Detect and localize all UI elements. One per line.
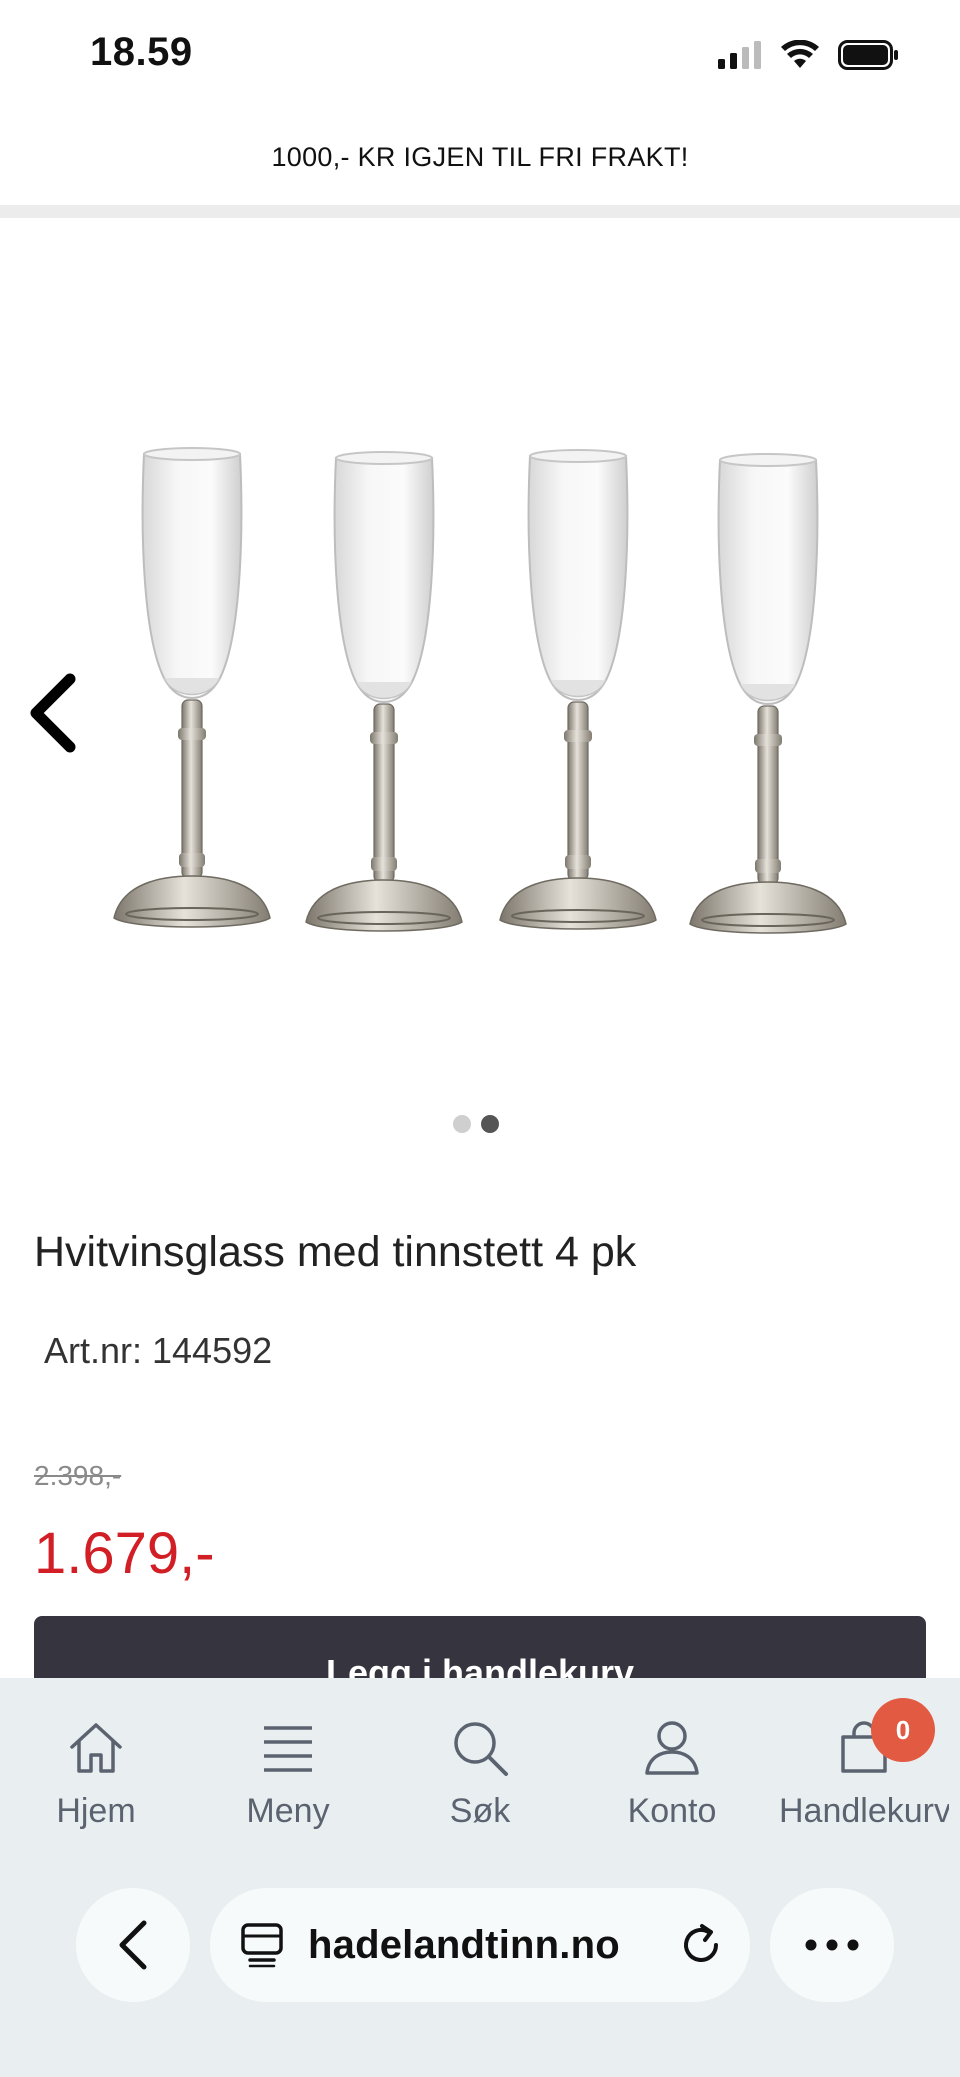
nav-item-menu[interactable]: Meny	[192, 1718, 384, 1848]
divider	[0, 205, 960, 218]
article-number: Art.nr: 144592	[44, 1330, 273, 1371]
status-time: 18.59	[90, 30, 193, 74]
signal-icon	[718, 41, 761, 69]
free-shipping-banner: 1000,- KR IGJEN TIL FRI FRAKT!	[271, 142, 689, 172]
cart-count-badge: 0	[871, 1698, 935, 1762]
product-gallery[interactable]	[0, 218, 960, 1118]
home-icon	[66, 1718, 126, 1778]
product-title: Hvitvinsglass med tinnstett 4 pk	[34, 1228, 637, 1276]
status-bar: 18.59	[0, 0, 960, 110]
nav-item-home[interactable]: Hjem	[0, 1718, 192, 1848]
wifi-icon	[781, 40, 819, 68]
url-text: hadelandtinn.no	[308, 1922, 620, 1967]
bottom-navigation: Hjem Meny Søk Konto 0 Handlekurv	[0, 1678, 960, 2077]
tabs-icon	[241, 1923, 283, 1968]
user-icon	[642, 1718, 702, 1778]
browser-back-button[interactable]	[76, 1888, 190, 2002]
original-price: 2.398,-	[34, 1460, 122, 1491]
nav-label-search: Søk	[449, 1792, 511, 1830]
browser-toolbar: hadelandtinn.no	[0, 1880, 960, 2010]
gallery-pagination	[0, 1115, 960, 1133]
nav-label-menu: Meny	[246, 1792, 330, 1830]
search-icon	[450, 1718, 510, 1778]
more-icon	[805, 1939, 859, 1951]
nav-label-cart: Handlekurv	[779, 1792, 949, 1830]
product-image	[113, 447, 847, 934]
nav-label-home: Hjem	[56, 1792, 136, 1830]
sale-price: 1.679,-	[34, 1521, 215, 1586]
gallery-dot-1[interactable]	[453, 1115, 471, 1133]
gallery-dot-2[interactable]	[481, 1115, 499, 1133]
chevron-left-icon	[30, 673, 76, 753]
nav-label-account: Konto	[627, 1792, 717, 1830]
nav-item-cart[interactable]: 0 Handlekurv	[768, 1698, 960, 1848]
browser-more-button[interactable]	[770, 1888, 894, 2002]
gallery-prev-button[interactable]	[18, 663, 88, 763]
menu-icon	[258, 1718, 318, 1778]
nav-item-search[interactable]: Søk	[384, 1718, 576, 1848]
nav-item-account[interactable]: Konto	[576, 1718, 768, 1848]
chevron-left-icon	[119, 1920, 147, 1970]
battery-icon	[838, 40, 898, 70]
status-icons	[718, 38, 900, 72]
address-bar[interactable]: hadelandtinn.no	[210, 1888, 750, 2002]
reload-icon[interactable]	[678, 1922, 724, 1968]
